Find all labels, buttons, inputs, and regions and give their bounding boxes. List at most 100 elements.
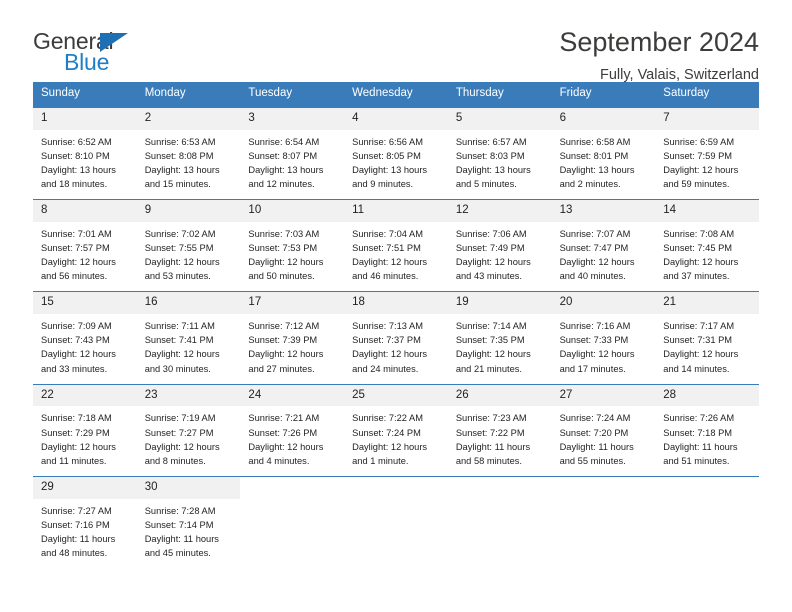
sunrise-text: Sunrise: 6:53 AM	[144, 136, 216, 147]
weekday-header-wednesday: Wednesday	[352, 87, 413, 99]
calendar-day-cell[interactable]: 17 Sunrise: 7:12 AM Sunset: 7:39 PM Dayligh…	[240, 292, 345, 376]
calendar-day-cell[interactable]: 8 Sunrise: 7:01 AM Sunset: 7:57 PM Daylight…	[33, 200, 137, 284]
calendar-week-row: 8 Sunrise: 7:01 AM Sunset: 7:57 PM Daylight…	[33, 199, 759, 284]
calendar-week-row: 29 Sunrise: 7:27 AM Sunset: 7:16 PM Dayligh…	[33, 475, 759, 561]
day-number: 22	[33, 384, 137, 407]
page-subtitle: Fully, Valais, Switzerland	[599, 66, 759, 83]
day-number: 28	[655, 384, 759, 407]
sunset-text: Sunset: 7:43 PM	[41, 335, 110, 346]
calendar-day-cell[interactable]: 28 Sunrise: 7:26 AM Sunset: 7:18 PM Dayligh…	[655, 384, 759, 468]
calendar-day-cell[interactable]: 5 Sunrise: 6:57 AM Sunset: 8:03 PM Daylight…	[447, 107, 552, 192]
sunset-text: Sunset: 7:26 PM	[248, 427, 318, 438]
daylight-text-line2: and 40 minutes.	[559, 271, 626, 282]
calendar-day-cell[interactable]: 6 Sunrise: 6:58 AM Sunset: 8:01 PM Daylight…	[551, 107, 656, 192]
calendar-day-cell[interactable]: 11 Sunrise: 7:04 AM Sunset: 7:51 PM Dayligh…	[344, 200, 448, 284]
calendar-day-cell[interactable]: 7 Sunrise: 6:59 AM Sunset: 7:59 PM Daylight…	[655, 107, 759, 192]
daylight-text-line1: Daylight: 12 hours	[663, 164, 739, 175]
sunrise-text: Sunrise: 7:01 AM	[41, 228, 112, 239]
calendar-day-cell[interactable]: 30 Sunrise: 7:28 AM Sunset: 7:14 PM Dayligh…	[136, 476, 241, 561]
day-number: 14	[655, 200, 759, 222]
calendar-day-cell[interactable]: 21 Sunrise: 7:17 AM Sunset: 7:31 PM Dayligh…	[655, 292, 759, 376]
daylight-text-line2: and 21 minutes.	[455, 363, 522, 374]
sunset-text: Sunset: 7:16 PM	[41, 519, 110, 530]
sunset-text: Sunset: 7:53 PM	[248, 243, 318, 254]
logo-text-blue: Blue	[64, 49, 110, 75]
day-number: 24	[240, 384, 345, 407]
sunset-text: Sunset: 7:59 PM	[663, 150, 733, 161]
sunrise-text: Sunrise: 7:22 AM	[352, 413, 423, 424]
day-number	[240, 477, 344, 497]
calendar-day-cell[interactable]: 9 Sunrise: 7:02 AM Sunset: 7:55 PM Daylight…	[136, 200, 241, 284]
day-details: Sunrise: 7:17 AM Sunset: 7:31 PM Daylight:…	[655, 314, 759, 376]
calendar-day-cell[interactable]: 29 Sunrise: 7:27 AM Sunset: 7:16 PM Dayligh…	[33, 476, 137, 561]
day-details: Sunrise: 7:07 AM Sunset: 7:47 PM Daylight:…	[552, 222, 656, 284]
day-details: Sunrise: 7:09 AM Sunset: 7:43 PM Daylight:…	[33, 314, 137, 376]
calendar-day-cell[interactable]: 15 Sunrise: 7:09 AM Sunset: 7:43 PM Dayligh…	[33, 292, 137, 376]
day-details: Sunrise: 7:23 AM Sunset: 7:22 PM Daylight:…	[448, 406, 552, 468]
page-header: General Blue September 2024 Fully, Valai…	[33, 0, 759, 82]
daylight-text-line1: Daylight: 12 hours	[144, 257, 220, 268]
daylight-text-line2: and 2 minutes.	[559, 178, 621, 189]
daylight-text-line1: Daylight: 13 hours	[144, 164, 220, 175]
calendar-day-cell[interactable]: 18 Sunrise: 7:13 AM Sunset: 7:37 PM Dayligh…	[344, 292, 448, 376]
calendar-day-cell[interactable]: 23 Sunrise: 7:19 AM Sunset: 7:27 PM Dayligh…	[136, 384, 241, 468]
calendar-day-cell[interactable]: 27 Sunrise: 7:24 AM Sunset: 7:20 PM Dayligh…	[551, 384, 656, 468]
daylight-text-line2: and 8 minutes.	[144, 455, 206, 466]
calendar-week-row: 15 Sunrise: 7:09 AM Sunset: 7:43 PM Dayligh…	[33, 291, 759, 376]
calendar-day-cell[interactable]: 25 Sunrise: 7:22 AM Sunset: 7:24 PM Dayligh…	[344, 384, 448, 468]
calendar-week-row: 1 Sunrise: 6:52 AM Sunset: 8:10 PM Daylight…	[33, 106, 759, 192]
calendar-day-cell[interactable]: 2 Sunrise: 6:53 AM Sunset: 8:08 PM Daylight…	[136, 107, 241, 192]
calendar-day-cell[interactable]: 16 Sunrise: 7:11 AM Sunset: 7:41 PM Dayligh…	[136, 292, 241, 376]
daylight-text-line1: Daylight: 13 hours	[455, 164, 531, 175]
calendar-day-cell[interactable]: 20 Sunrise: 7:16 AM Sunset: 7:33 PM Dayligh…	[551, 292, 656, 376]
calendar-day-cell[interactable]: 4 Sunrise: 6:56 AM Sunset: 8:05 PM Daylight…	[344, 107, 448, 192]
calendar-day-cell[interactable]: 13 Sunrise: 7:07 AM Sunset: 7:47 PM Dayligh…	[551, 200, 656, 284]
day-number: 25	[344, 384, 448, 407]
daylight-text-line1: Daylight: 12 hours	[144, 441, 220, 452]
sunrise-text: Sunrise: 7:14 AM	[455, 321, 527, 332]
daylight-text-line2: and 53 minutes.	[144, 271, 211, 282]
weekday-header-saturday: Saturday	[663, 87, 710, 99]
sunrise-text: Sunrise: 6:52 AM	[41, 136, 112, 147]
day-number	[448, 477, 552, 497]
title-block: September 2024 Fully, Valais, Switzerlan…	[559, 27, 759, 83]
sunset-text: Sunset: 7:31 PM	[663, 335, 733, 346]
daylight-text-line2: and 50 minutes.	[248, 271, 315, 282]
day-number: 12	[447, 200, 552, 222]
calendar-day-cell[interactable]: 10 Sunrise: 7:03 AM Sunset: 7:53 PM Dayligh…	[240, 200, 345, 284]
day-details: Sunrise: 7:21 AM Sunset: 7:26 PM Daylight:…	[240, 406, 344, 468]
general-blue-logo[interactable]: General Blue	[33, 28, 153, 80]
day-number: 21	[655, 292, 759, 315]
calendar-day-cell[interactable]: 19 Sunrise: 7:14 AM Sunset: 7:35 PM Dayligh…	[447, 292, 552, 376]
calendar-day-cell[interactable]: 3 Sunrise: 6:54 AM Sunset: 8:07 PM Daylight…	[240, 107, 345, 192]
daylight-text-line1: Daylight: 12 hours	[455, 349, 531, 360]
daylight-text-line1: Daylight: 13 hours	[559, 164, 635, 175]
calendar-day-cell[interactable]: 22 Sunrise: 7:18 AM Sunset: 7:29 PM Dayligh…	[33, 384, 137, 468]
weekday-header-sunday: Sunday	[41, 87, 81, 99]
day-details	[655, 497, 759, 502]
calendar-day-cell[interactable]: 14 Sunrise: 7:08 AM Sunset: 7:45 PM Dayligh…	[655, 200, 759, 284]
sunset-text: Sunset: 7:29 PM	[41, 427, 110, 438]
sunset-text: Sunset: 7:55 PM	[144, 243, 214, 254]
daylight-text-line2: and 46 minutes.	[352, 271, 419, 282]
calendar-day-cell[interactable]: 26 Sunrise: 7:23 AM Sunset: 7:22 PM Dayligh…	[447, 384, 552, 468]
daylight-text-line2: and 33 minutes.	[41, 363, 108, 374]
calendar-day-cell[interactable]: 24 Sunrise: 7:21 AM Sunset: 7:26 PM Dayligh…	[240, 384, 345, 468]
day-number: 17	[240, 292, 345, 315]
daylight-text-line2: and 43 minutes.	[455, 271, 522, 282]
sunset-text: Sunset: 7:45 PM	[663, 243, 733, 254]
day-details: Sunrise: 7:04 AM Sunset: 7:51 PM Daylight:…	[344, 222, 448, 284]
sunrise-text: Sunrise: 7:21 AM	[248, 413, 320, 424]
day-details: Sunrise: 6:53 AM Sunset: 8:08 PM Daylight:…	[137, 130, 241, 192]
sunset-text: Sunset: 7:14 PM	[144, 519, 214, 530]
sunrise-text: Sunrise: 7:11 AM	[144, 321, 215, 332]
day-number: 13	[551, 200, 656, 222]
daylight-text-line1: Daylight: 12 hours	[352, 441, 428, 452]
daylight-text-line1: Daylight: 13 hours	[352, 164, 428, 175]
day-details: Sunrise: 6:59 AM Sunset: 7:59 PM Daylight:…	[655, 130, 759, 192]
daylight-text-line2: and 51 minutes.	[663, 455, 730, 466]
daylight-text-line2: and 4 minutes.	[248, 455, 310, 466]
daylight-text-line2: and 18 minutes.	[41, 178, 108, 189]
calendar-day-cell[interactable]: 12 Sunrise: 7:06 AM Sunset: 7:49 PM Dayligh…	[447, 200, 552, 284]
calendar-day-cell[interactable]: 1 Sunrise: 6:52 AM Sunset: 8:10 PM Daylight…	[33, 107, 137, 192]
